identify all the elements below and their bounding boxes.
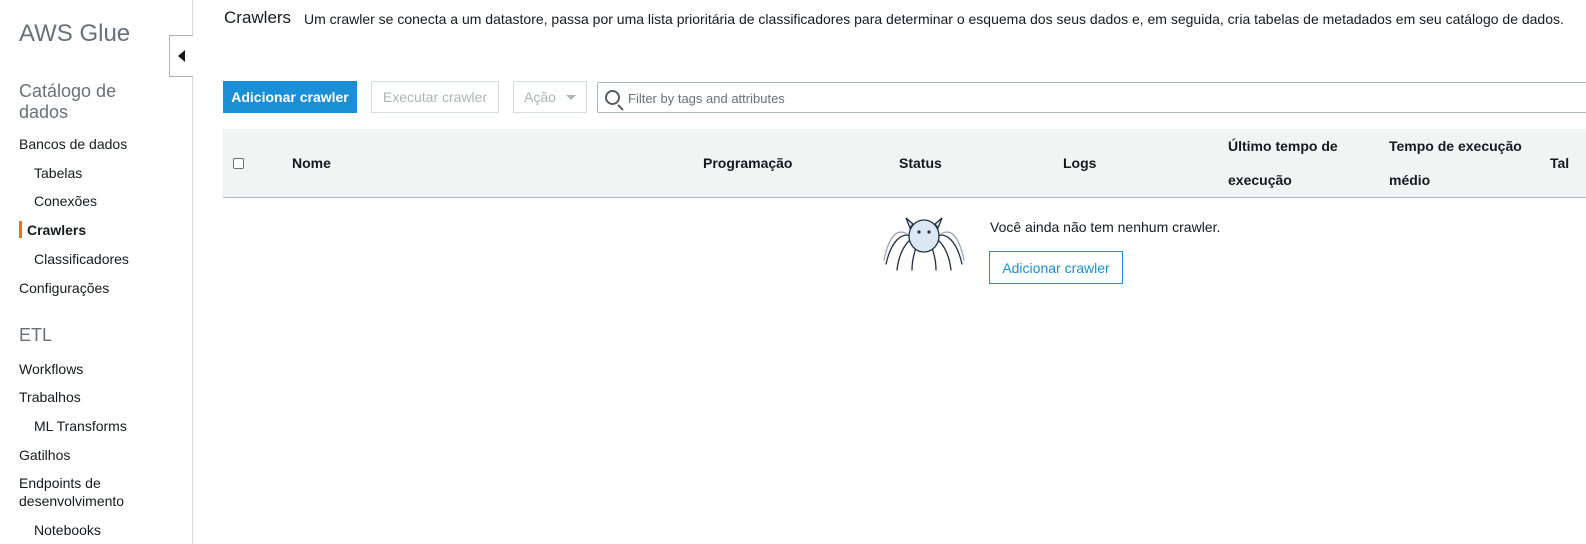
column-schedule[interactable]: Programação [703, 155, 792, 171]
nav-item-jobs[interactable]: Trabalhos [19, 388, 81, 406]
app-title[interactable]: AWS Glue [19, 20, 130, 48]
nav-item-triggers[interactable]: Gatilhos [19, 446, 70, 464]
column-avg-run-line1: Tempo de execução [1389, 138, 1522, 154]
nav-item-notebooks[interactable]: Notebooks [34, 521, 101, 539]
nav-item-workflows[interactable]: Workflows [19, 360, 83, 378]
page-description: Um crawler se conecta a um datastore, pa… [304, 11, 1564, 27]
table-header: Nome Programação Status Logs Último temp… [223, 129, 1586, 198]
search-input[interactable] [626, 87, 1530, 109]
search-icon [605, 90, 620, 105]
column-avg-run-line2: médio [1389, 172, 1431, 188]
action-label: Ação [524, 89, 556, 105]
column-name[interactable]: Nome [292, 155, 331, 171]
spider-icon [883, 217, 965, 271]
nav-item-crawlers[interactable]: Crawlers [27, 221, 86, 239]
nav-item-databases[interactable]: Bancos de dados [19, 135, 127, 153]
empty-state-message: Você ainda não tem nenhum crawler. [990, 219, 1221, 235]
column-logs[interactable]: Logs [1063, 155, 1096, 171]
add-crawler-empty-button[interactable]: Adicionar crawler [989, 251, 1123, 284]
column-tables[interactable]: Tal [1550, 155, 1569, 171]
run-crawler-button[interactable]: Executar crawler [371, 81, 499, 113]
catalog-heading: Catálogo de dados [19, 81, 117, 122]
collapse-sidebar-button[interactable] [169, 35, 193, 77]
column-avg-run[interactable]: Tempo de execução médio [1389, 129, 1522, 197]
select-all-checkbox[interactable] [233, 158, 244, 169]
chevron-down-icon [566, 95, 576, 100]
action-dropdown[interactable]: Ação [513, 81, 587, 113]
filter-search[interactable] [597, 82, 1586, 113]
active-indicator [19, 221, 22, 238]
column-last-run-line2: execução [1228, 172, 1292, 188]
nav-item-classifiers[interactable]: Classificadores [34, 250, 129, 268]
nav-item-settings[interactable]: Configurações [19, 279, 109, 297]
sidebar: AWS Glue Catálogo de dados Bancos de dad… [0, 0, 193, 544]
nav-item-tables[interactable]: Tabelas [34, 164, 82, 182]
nav-item-connections[interactable]: Conexões [34, 192, 97, 210]
etl-heading: ETL [19, 325, 53, 345]
page-title: Crawlers [224, 8, 292, 27]
column-last-run[interactable]: Último tempo de execução [1228, 129, 1338, 197]
column-status[interactable]: Status [899, 155, 942, 171]
nav-item-ml-transforms[interactable]: ML Transforms [34, 417, 127, 435]
add-crawler-button[interactable]: Adicionar crawler [223, 81, 357, 113]
caret-left-icon [178, 50, 185, 62]
column-last-run-line1: Último tempo de [1228, 138, 1338, 154]
nav-item-dev-endpoints[interactable]: Endpoints de desenvolvimento [19, 474, 144, 510]
